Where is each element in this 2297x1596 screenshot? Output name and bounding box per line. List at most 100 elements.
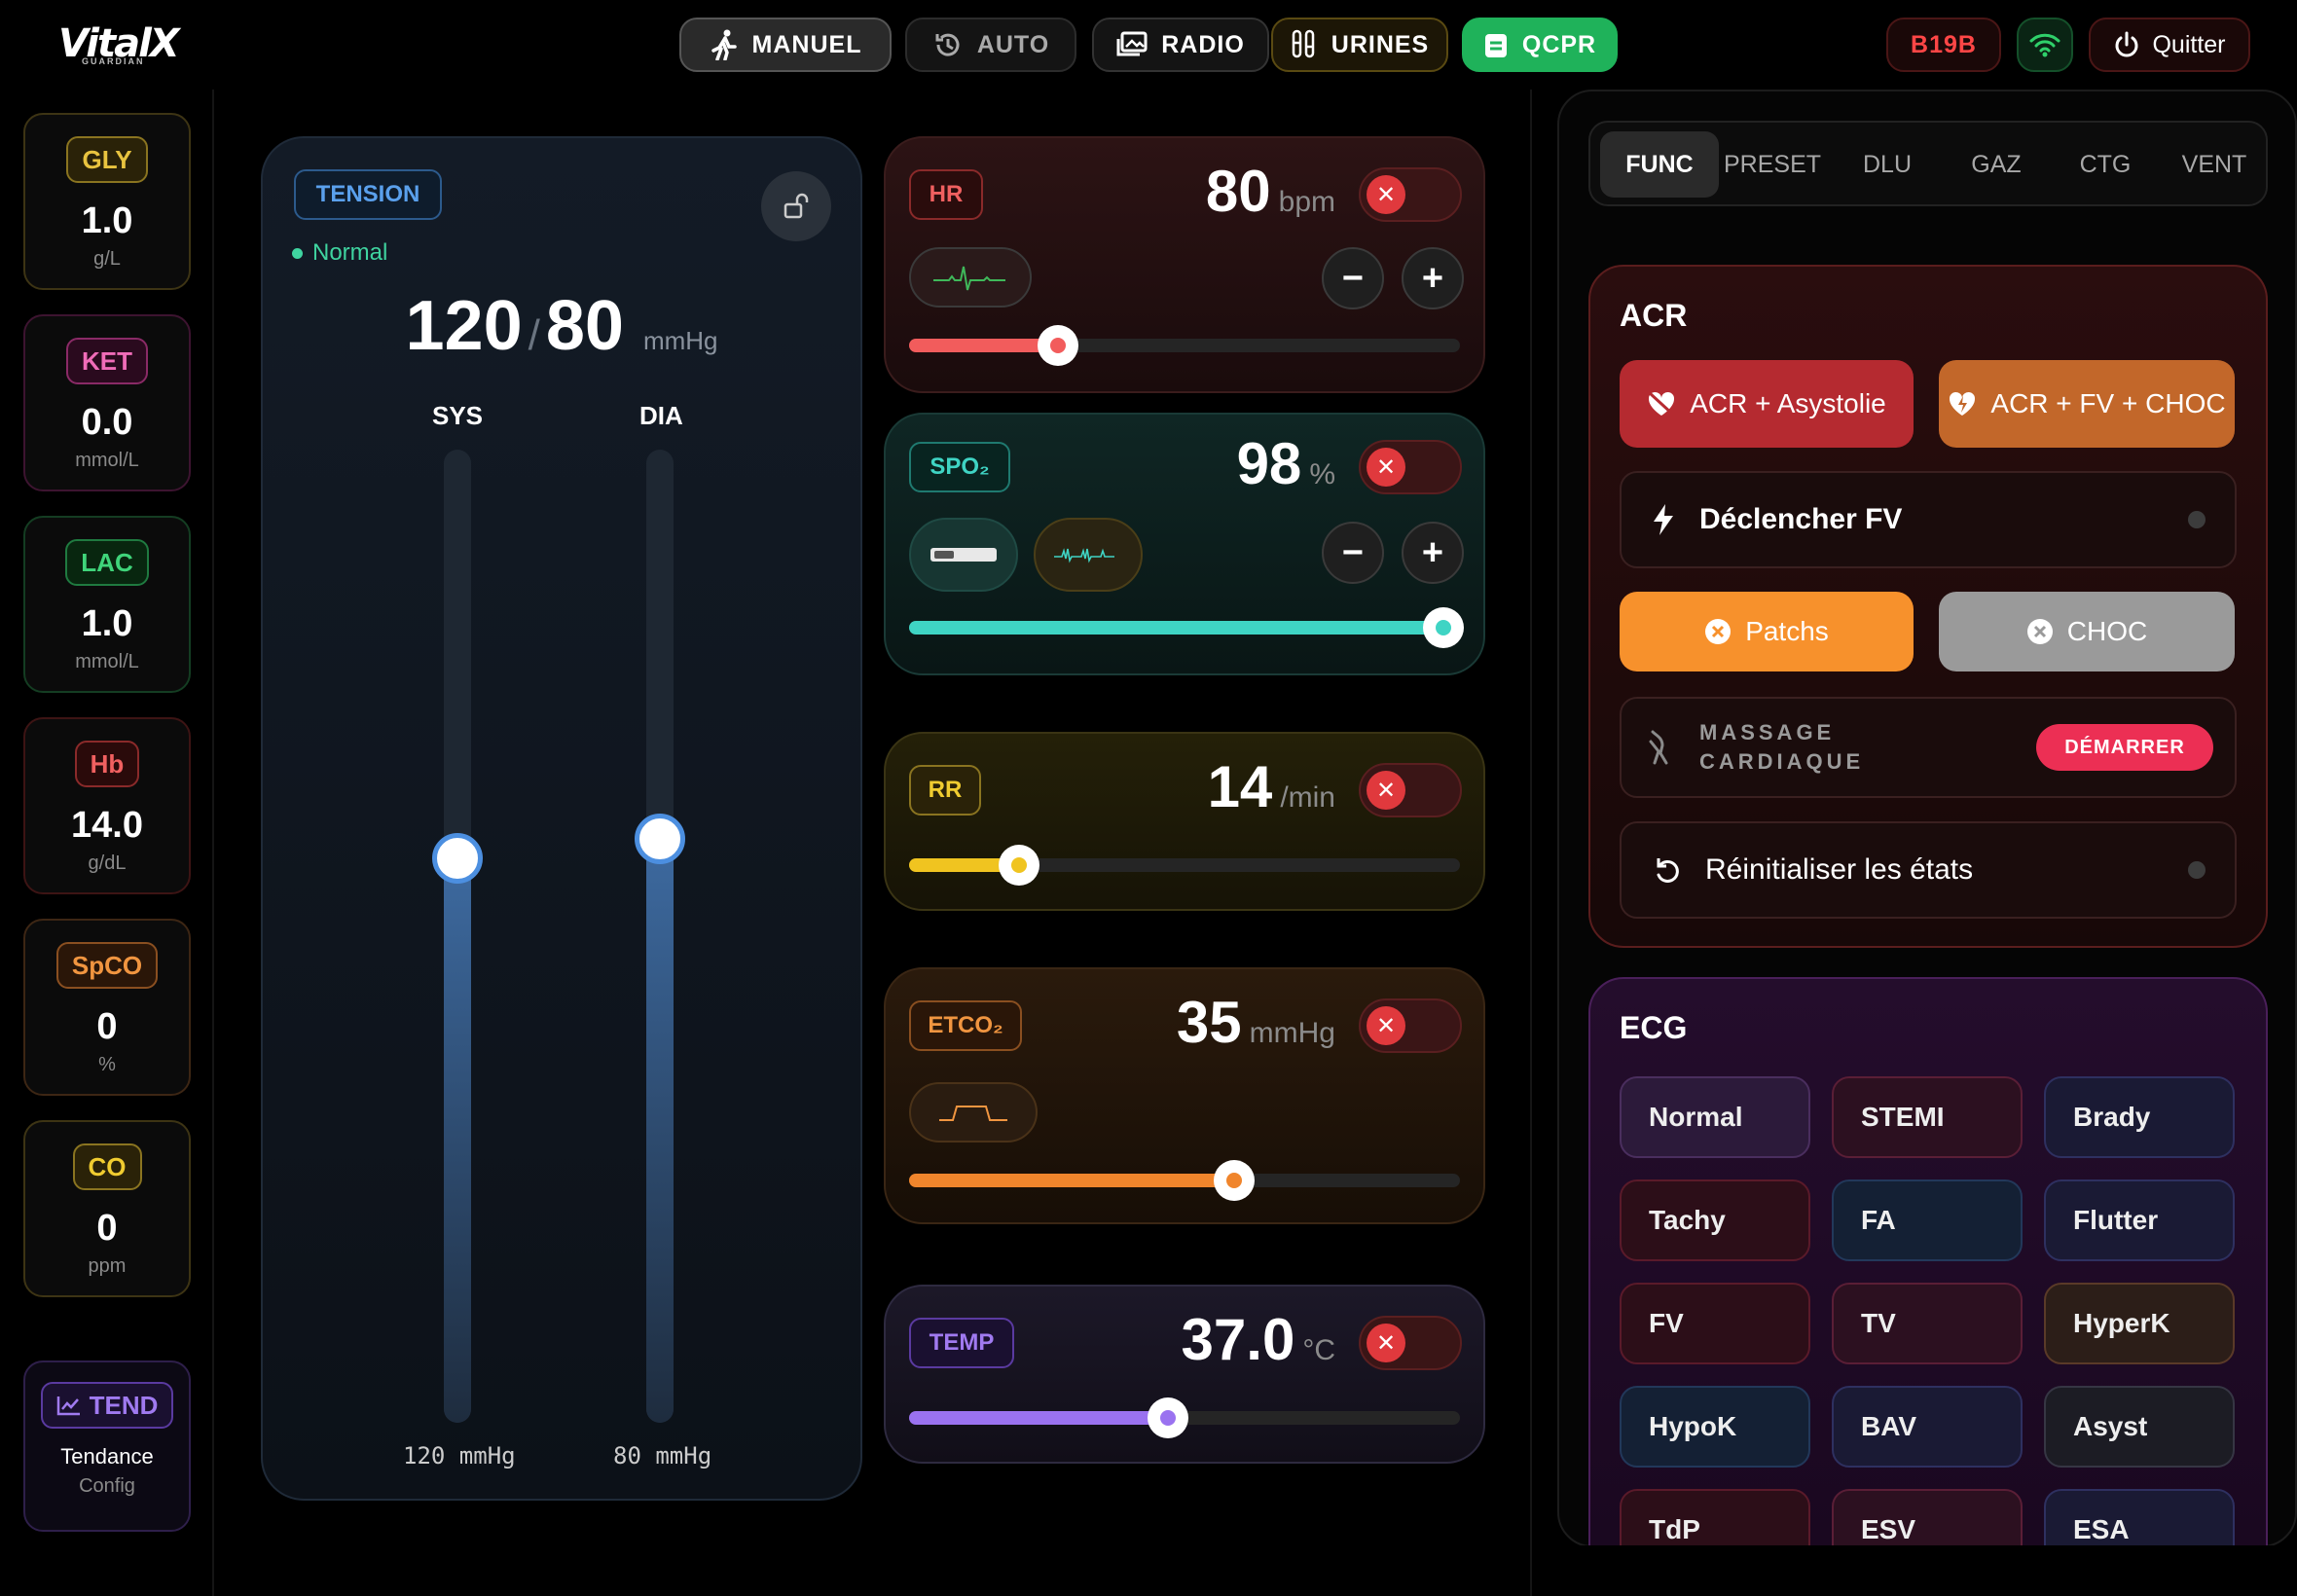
rr-alarm-toggle[interactable]: ✕ (1359, 763, 1462, 817)
tab-preset[interactable]: PRESET (1719, 131, 1826, 198)
spo2-slider[interactable] (909, 607, 1465, 648)
hand-press-icon (1645, 728, 1674, 767)
ecg-rhythm-brady-button[interactable]: Brady (2044, 1076, 2235, 1158)
ecg-rhythm-tachy-button[interactable]: Tachy (1620, 1179, 1810, 1261)
lab-tag: GLY (66, 136, 148, 183)
spo2-decrease-button[interactable]: − (1322, 522, 1384, 584)
mode-urines-button[interactable]: URINES (1271, 18, 1448, 72)
etco2-value: 35 mmHg (1176, 990, 1335, 1055)
lab-unit: g/dL (88, 852, 127, 874)
lab-tag: Hb (74, 741, 140, 787)
mode-qcpr-button[interactable]: QCPR (1462, 18, 1618, 72)
mode-radio-button[interactable]: RADIO (1092, 18, 1269, 72)
ecg-rhythm-bav-button[interactable]: BAV (1832, 1386, 2023, 1468)
button-label: CHOC (2066, 616, 2148, 646)
rr-slider-thumb[interactable] (999, 845, 1040, 886)
mode-auto-button[interactable]: AUTO (905, 18, 1076, 72)
lab-card-ket[interactable]: KET 0.0 mmol/L (23, 314, 191, 491)
sys-label: SYS (432, 401, 484, 430)
etco2-alarm-toggle[interactable]: ✕ (1359, 998, 1462, 1053)
etco2-slider-thumb[interactable] (1213, 1160, 1255, 1201)
patchs-button[interactable]: Patchs (1620, 592, 1914, 671)
quit-label: Quitter (2152, 30, 2226, 58)
ecg-rhythm-normal-button[interactable]: Normal (1620, 1076, 1810, 1158)
ecg-wave-button[interactable] (909, 247, 1032, 308)
hr-decrease-button[interactable]: − (1322, 247, 1384, 309)
lab-card-gly[interactable]: GLY 1.0 g/L (23, 113, 191, 290)
start-massage-button[interactable]: DÉMARRER (2036, 724, 2213, 771)
temp-alarm-toggle[interactable]: ✕ (1359, 1316, 1462, 1370)
tab-ctg[interactable]: CTG (2052, 131, 2159, 198)
lab-card-lac[interactable]: LAC 1.0 mmol/L (23, 516, 191, 693)
lab-value: 1.0 (81, 200, 133, 241)
trend-subtitle: Config (79, 1475, 135, 1497)
ecg-rhythm-hypok-button[interactable]: HypoK (1620, 1386, 1810, 1468)
ecg-rhythm-hyperk-button[interactable]: HyperK (2044, 1283, 2235, 1364)
function-tabs: FUNC PRESET DLU GAZ CTG VENT (1588, 121, 2268, 206)
clipboard-icon (1483, 30, 1509, 59)
lab-unit: mmol/L (75, 450, 139, 471)
ecg-rhythm-fa-button[interactable]: FA (1832, 1179, 2023, 1261)
lab-card-co[interactable]: CO 0 ppm (23, 1120, 191, 1297)
rr-slider[interactable] (909, 845, 1460, 886)
ecg-rhythm-asyst-button[interactable]: Asyst (2044, 1386, 2235, 1468)
acr-asystole-button[interactable]: ACR + Asystolie (1620, 360, 1914, 448)
temp-tag: TEMP (909, 1318, 1014, 1368)
hr-slider-thumb[interactable] (1037, 325, 1078, 366)
dia-readout: 80 mmHg (613, 1442, 712, 1469)
hr-card: HR 80 bpm ✕ − + (884, 136, 1485, 393)
tension-status: Normal (292, 239, 387, 267)
trend-config-card[interactable]: TEND Tendance Config (23, 1360, 191, 1532)
hr-alarm-toggle[interactable]: ✕ (1359, 167, 1462, 222)
acr-title: ACR (1620, 298, 1688, 333)
sys-slider[interactable] (432, 450, 483, 1423)
ecg-rhythm-flutter-button[interactable]: Flutter (2044, 1179, 2235, 1261)
mode-manuel-button[interactable]: MANUEL (679, 18, 892, 72)
lab-card-hb[interactable]: Hb 14.0 g/dL (23, 717, 191, 894)
dia-slider-thumb[interactable] (635, 814, 685, 864)
acr-fv-choc-button[interactable]: ACR + FV + CHOC (1939, 360, 2235, 448)
etco2-tag: ETCO₂ (909, 1000, 1022, 1051)
temp-slider-thumb[interactable] (1148, 1397, 1189, 1438)
ecg-rhythm-stemi-button[interactable]: STEMI (1832, 1076, 2023, 1158)
spo2-slider-thumb[interactable] (1423, 607, 1465, 648)
divider-right (1530, 90, 1532, 1596)
tab-gaz[interactable]: GAZ (1943, 131, 2050, 198)
hr-slider[interactable] (909, 325, 1460, 366)
button-label: ACR + Asystolie (1690, 388, 1886, 418)
spo2-alarm-toggle[interactable]: ✕ (1359, 440, 1462, 494)
unlock-icon[interactable] (761, 171, 831, 241)
ecg-rhythm-tv-button[interactable]: TV (1832, 1283, 2023, 1364)
oximeter-button[interactable] (909, 518, 1018, 592)
brand-subtitle: GUARDIAN (82, 56, 145, 66)
tab-dlu[interactable]: DLU (1834, 131, 1941, 198)
dia-slider[interactable] (635, 450, 685, 1423)
tab-vent[interactable]: VENT (2161, 131, 2268, 198)
tab-func[interactable]: FUNC (1600, 131, 1719, 198)
temp-slider[interactable] (909, 1397, 1460, 1438)
mode-label: QCPR (1521, 30, 1597, 58)
close-icon: ✕ (1367, 771, 1405, 810)
lab-unit: g/L (93, 248, 121, 270)
reset-states-row[interactable]: Réinitialiser les états (1620, 821, 2237, 919)
choc-button[interactable]: CHOC (1939, 592, 2235, 671)
sys-readout: 120 mmHg (403, 1442, 516, 1469)
quit-button[interactable]: Quitter (2089, 18, 2250, 72)
hr-increase-button[interactable]: + (1402, 247, 1464, 309)
tension-card: TENSION Normal 120 / 80 mmHg SYS DIA 120… (261, 136, 862, 1501)
lab-value: 0 (96, 1006, 118, 1047)
etco2-slider[interactable] (909, 1160, 1460, 1201)
dia-label: DIA (639, 401, 683, 430)
lab-unit: mmol/L (75, 651, 139, 672)
spo2-tag: SPO₂ (909, 442, 1010, 492)
sys-slider-thumb[interactable] (432, 833, 483, 884)
capno-wave-button[interactable] (909, 1082, 1038, 1143)
pleth-wave-button[interactable] (1034, 518, 1143, 592)
trigger-fv-row[interactable]: Déclencher FV (1620, 471, 2237, 568)
spo2-increase-button[interactable]: + (1402, 522, 1464, 584)
lab-card-spco[interactable]: SpCO 0 % (23, 919, 191, 1096)
ecg-rhythm-fv-button[interactable]: FV (1620, 1283, 1810, 1364)
device-id-badge: B19B (1886, 18, 2001, 72)
history-icon (932, 29, 964, 60)
wifi-icon[interactable] (2017, 18, 2073, 72)
